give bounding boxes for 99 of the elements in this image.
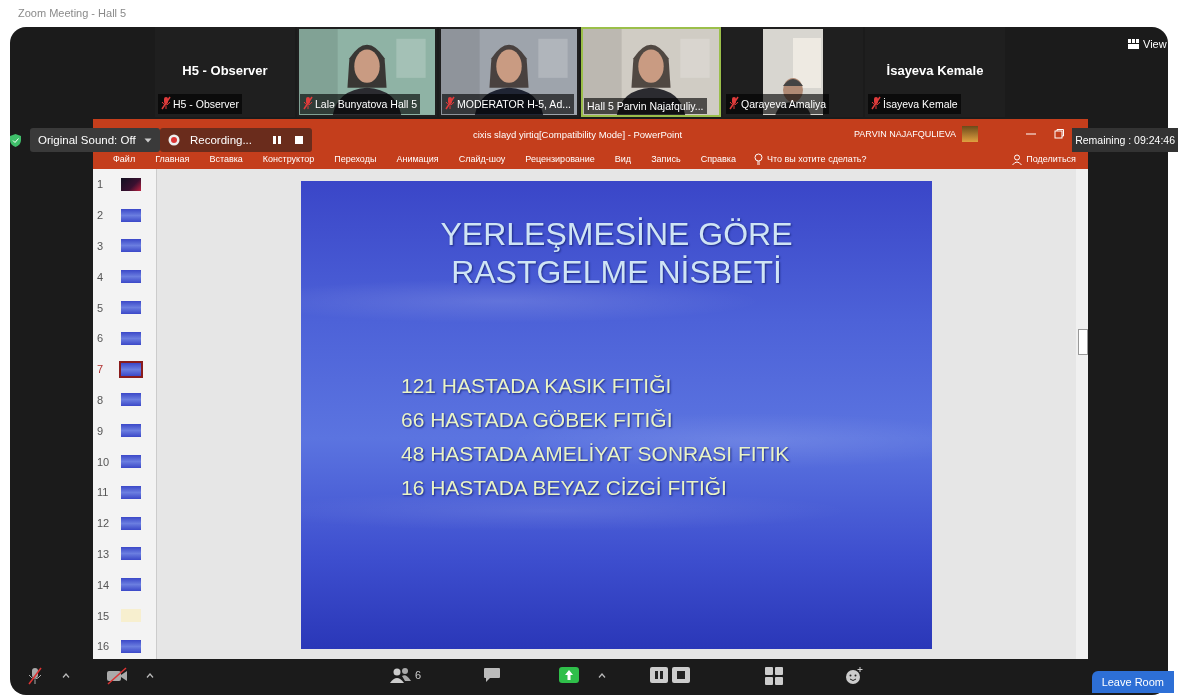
slide-number: 5	[97, 301, 105, 314]
share-screen-icon[interactable]	[559, 667, 579, 683]
slide-thumbnail[interactable]: 14	[93, 569, 156, 601]
slide-thumbnail[interactable]: 10	[93, 446, 156, 477]
caret-icon[interactable]	[598, 673, 606, 678]
scrollbar[interactable]	[1076, 169, 1088, 659]
ribbon-tab[interactable]: Рецензирование	[515, 154, 605, 164]
slide-thumbnail[interactable]: 16	[93, 630, 156, 659]
slide-thumbnail[interactable]: 2	[93, 199, 156, 231]
stop-recording-icon[interactable]	[672, 667, 690, 683]
participant-label-text: İsayeva Kemale	[883, 98, 958, 110]
pause-icon[interactable]	[270, 135, 284, 145]
shield-icon[interactable]	[10, 134, 21, 147]
muted-mic-icon	[28, 667, 42, 685]
muted-mic-icon	[303, 96, 313, 110]
slide-thumbnail[interactable]: 15	[93, 600, 156, 631]
ribbon-tab[interactable]: Вид	[604, 154, 642, 164]
slide-thumbnail[interactable]: 11	[93, 476, 156, 508]
people-icon	[390, 667, 412, 683]
participant-label-text: Qarayeva Amaliya	[741, 98, 827, 110]
participant-label-text: MODERATOR H-5, Ad...	[457, 98, 571, 110]
slide-thumbnail[interactable]: 12	[93, 507, 156, 539]
slide-text: 121 HASTADA KASIK FITIĞI	[401, 374, 672, 397]
slide-thumbnail[interactable]: 1	[93, 169, 156, 200]
slide-text: 16 HASTADA BEYAZ CİZGİ FITIĞI	[401, 476, 727, 499]
slide-number: 7	[97, 363, 105, 376]
ribbon-tab[interactable]: Вставка	[199, 154, 253, 164]
window-title: Zoom Meeting - Hall 5	[18, 7, 127, 19]
tell-me-field[interactable]: Что вы хотите сделать?	[766, 154, 867, 164]
share-button[interactable]: Поделиться	[1012, 153, 1076, 165]
muted-mic-icon	[161, 96, 171, 110]
ribbon-tab[interactable]: Слайд-шоу	[448, 154, 516, 164]
slide-number: 4	[97, 270, 105, 283]
muted-mic-icon	[445, 96, 455, 110]
slide-title: RASTGELME NİSBETİ	[451, 253, 782, 291]
user-name: PARVIN NAJAFQULIEVA	[853, 129, 956, 139]
person-icon	[1012, 153, 1024, 165]
slide-number: 15	[97, 609, 111, 622]
muted-mic-icon	[729, 96, 739, 110]
caret-icon[interactable]	[146, 673, 154, 678]
caret-icon[interactable]	[143, 137, 152, 143]
participant-count: 6	[415, 669, 422, 681]
slide-thumbnail[interactable]: 3	[93, 230, 156, 262]
slide-thumbnail[interactable]: 7	[93, 353, 156, 385]
caret-icon[interactable]	[62, 673, 70, 678]
slide-number: 8	[97, 393, 105, 406]
slide-thumbnail[interactable]: 6	[93, 323, 156, 354]
record-icon	[168, 134, 180, 146]
mute-button[interactable]	[28, 667, 42, 685]
grid-icon[interactable]	[765, 667, 783, 685]
smiley-icon[interactable]	[845, 667, 863, 685]
lightbulb-icon	[753, 153, 763, 165]
slide-thumbnail[interactable]: 8	[93, 384, 156, 416]
recording-label: Recording...	[190, 134, 252, 146]
ribbon-tab[interactable]: Переходы	[324, 154, 387, 164]
ribbon-tab[interactable]: Справка	[690, 154, 746, 164]
avatar-icon	[962, 126, 978, 142]
participant-name: H5 - Observer	[182, 63, 268, 78]
muted-mic-icon	[871, 96, 881, 110]
slide-thumbnail[interactable]: 4	[93, 261, 156, 293]
restore-icon[interactable]	[1054, 129, 1064, 139]
document-title: cixis slayd yirtiq[Compatibility Mode] - PowerPoint	[473, 128, 683, 140]
video-button[interactable]	[106, 667, 128, 685]
pause-recording-icon[interactable]	[650, 667, 668, 683]
ribbon-tab[interactable]: Главная	[145, 154, 200, 164]
ribbon-tab[interactable]: Анимация	[386, 154, 449, 164]
stop-icon[interactable]	[294, 135, 304, 145]
slide-number: 13	[97, 547, 111, 560]
slide-number: 16	[97, 640, 111, 653]
ribbon-tab[interactable]: Конструктор	[252, 154, 325, 164]
grid-icon	[1128, 39, 1139, 49]
view-button[interactable]: View	[1128, 38, 1167, 50]
slide-number: 12	[97, 517, 111, 530]
participants-button[interactable]: 6	[390, 667, 422, 683]
slide-thumbnail[interactable]: 13	[93, 538, 156, 570]
remaining-time: Remaining : 09:24:46	[1072, 128, 1178, 152]
slide-thumbnail[interactable]: 9	[93, 415, 156, 447]
participant-label-text: H5 - Observer	[173, 98, 239, 110]
leave-room-button[interactable]: Leave Room	[1091, 671, 1174, 693]
ribbon-tab[interactable]: Файл	[103, 154, 146, 164]
participant-label-text: Lalə Bunyatova Hall 5	[315, 98, 418, 110]
slide-number: 3	[97, 240, 105, 252]
slide-number: 1	[97, 178, 105, 191]
chat-icon[interactable]	[483, 667, 501, 683]
slide-number: 11	[97, 486, 110, 499]
participant-name: İsayeva Kemale	[886, 63, 984, 78]
video-off-icon	[106, 667, 128, 685]
slide-number: 9	[97, 424, 105, 437]
participant-label-text: Hall 5 Parvin Najafquliy...	[587, 100, 704, 112]
slide-number: 6	[97, 332, 105, 345]
slide-number: 10	[97, 455, 111, 468]
slide-thumbnail[interactable]: 5	[93, 292, 156, 323]
slide-text: 66 HASTADA GÖBEK FITIĞI	[401, 408, 673, 431]
ribbon-tab[interactable]: Запись	[641, 154, 691, 164]
slide-text: 48 HASTADA AMELİYAT SONRASI FITIK	[401, 442, 790, 465]
slide-number: 2	[97, 209, 105, 222]
slide-title: YERLEŞMESİNE GÖRE	[440, 215, 793, 253]
original-sound-button[interactable]: Original Sound: Off	[30, 128, 160, 152]
slide-number: 14	[97, 578, 111, 591]
